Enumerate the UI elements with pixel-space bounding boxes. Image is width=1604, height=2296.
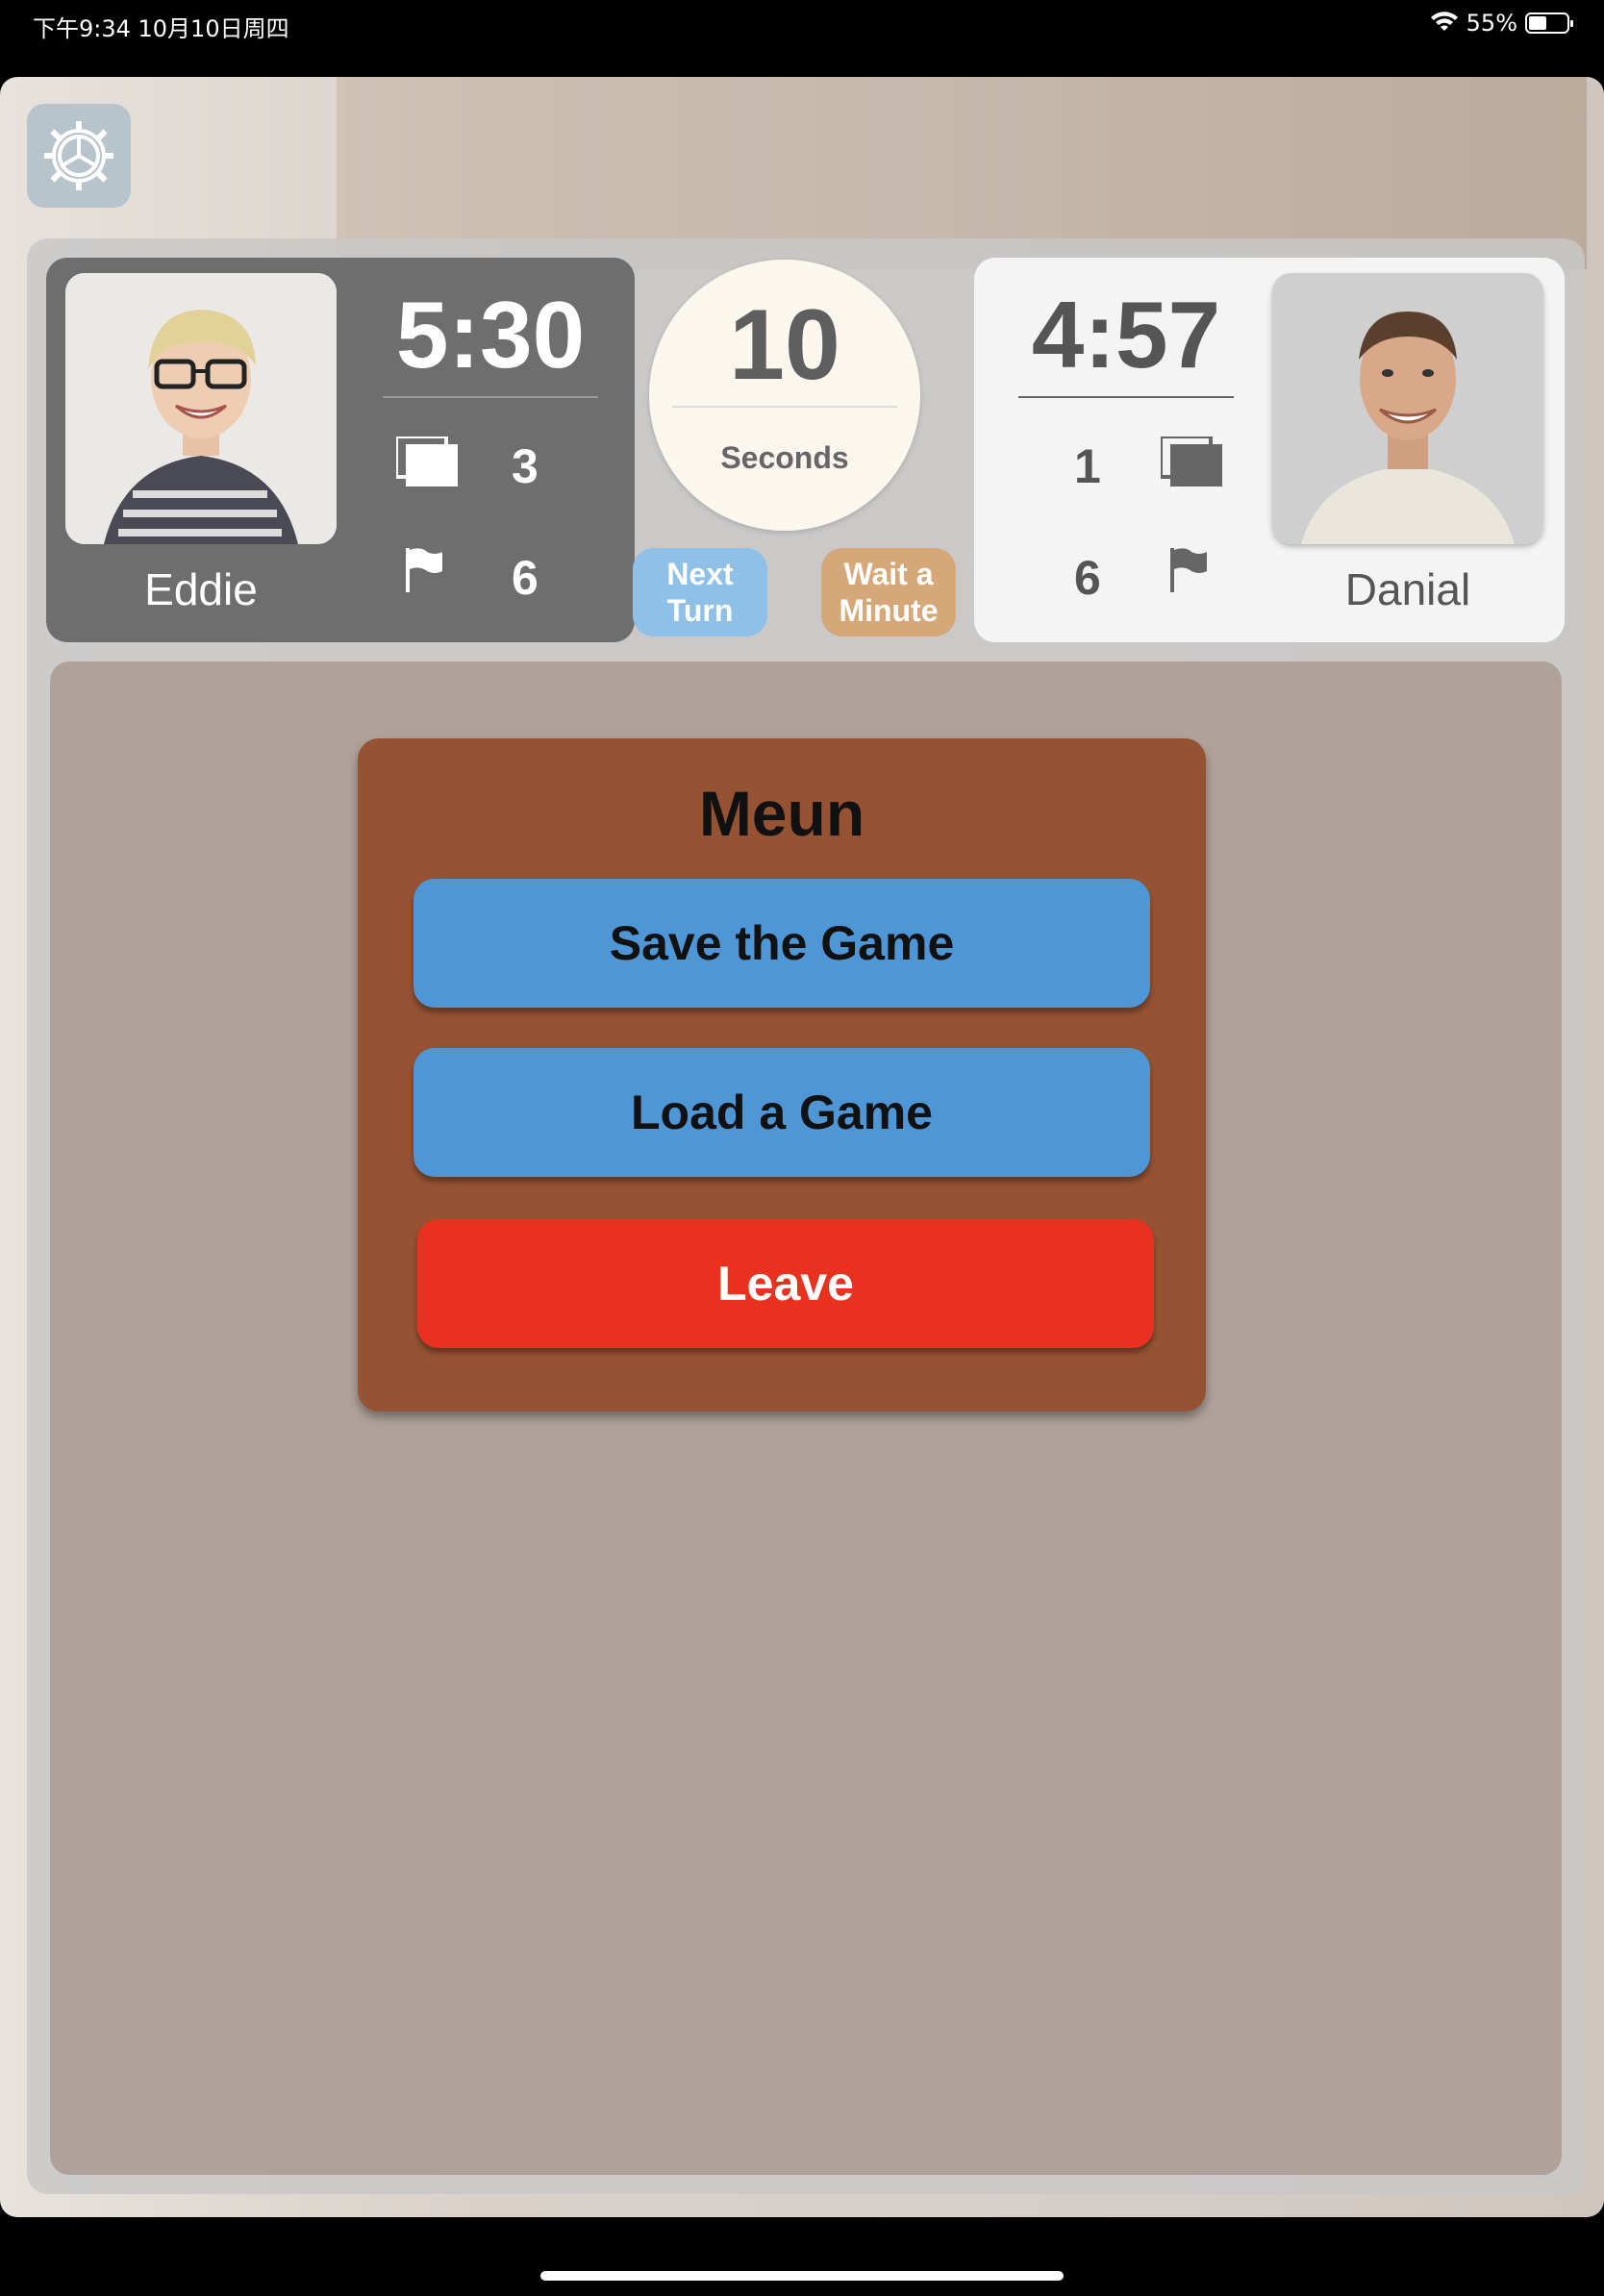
status-right: 55% xyxy=(1430,10,1573,37)
battery-percent: 55% xyxy=(1466,10,1517,37)
player-name-eddie: Eddie xyxy=(144,564,258,614)
cards-count-danial: 1 xyxy=(1074,439,1101,493)
avatar-eddie xyxy=(65,273,337,544)
cards-count-eddie: 3 xyxy=(512,439,539,493)
cards-icon xyxy=(1161,437,1222,487)
home-indicator[interactable] xyxy=(540,2271,1064,2281)
flag-icon xyxy=(1170,548,1207,592)
leave-button[interactable]: Leave xyxy=(417,1219,1154,1348)
wait-a-minute-button[interactable]: Wait a Minute xyxy=(821,548,956,636)
timer-label: Seconds xyxy=(720,440,849,475)
avatar-danial xyxy=(1272,273,1543,544)
player-card-danial: 4:57 1 6 Danial xyxy=(974,258,1565,642)
battery-icon xyxy=(1525,12,1573,34)
cards-icon xyxy=(396,437,458,487)
divider xyxy=(383,396,598,398)
status-time-date: 下午9:34 10月10日周四 xyxy=(33,15,289,42)
status-bar: 下午9:34 10月10日周四 55% xyxy=(0,0,1604,77)
turn-timer: 10 Seconds xyxy=(649,260,920,531)
divider xyxy=(1018,396,1234,398)
app-window: Eddie 5:30 3 6 10 Seconds Next Turn Wait… xyxy=(0,77,1604,2217)
timer-value: 10 xyxy=(729,289,840,401)
gear-icon xyxy=(44,121,113,190)
player-time-danial: 4:57 xyxy=(1031,282,1221,387)
game-panel: Eddie 5:30 3 6 10 Seconds Next Turn Wait… xyxy=(27,238,1585,2194)
settings-button[interactable] xyxy=(27,104,131,208)
player-time-eddie: 5:30 xyxy=(395,282,586,387)
save-game-button[interactable]: Save the Game xyxy=(414,879,1150,1008)
flags-count-eddie: 6 xyxy=(512,551,539,605)
player-card-eddie: Eddie 5:30 3 6 xyxy=(46,258,635,642)
wifi-icon xyxy=(1430,12,1458,31)
flags-count-danial: 6 xyxy=(1074,551,1101,605)
next-turn-button[interactable]: Next Turn xyxy=(633,548,767,636)
flag-icon xyxy=(406,548,442,592)
timer-divider xyxy=(672,406,897,408)
menu-dialog: Meun Save the Game Load a Game Leave xyxy=(358,738,1206,1411)
menu-title: Meun xyxy=(698,778,865,849)
player-name-danial: Danial xyxy=(1344,564,1471,614)
load-game-button[interactable]: Load a Game xyxy=(414,1048,1150,1177)
